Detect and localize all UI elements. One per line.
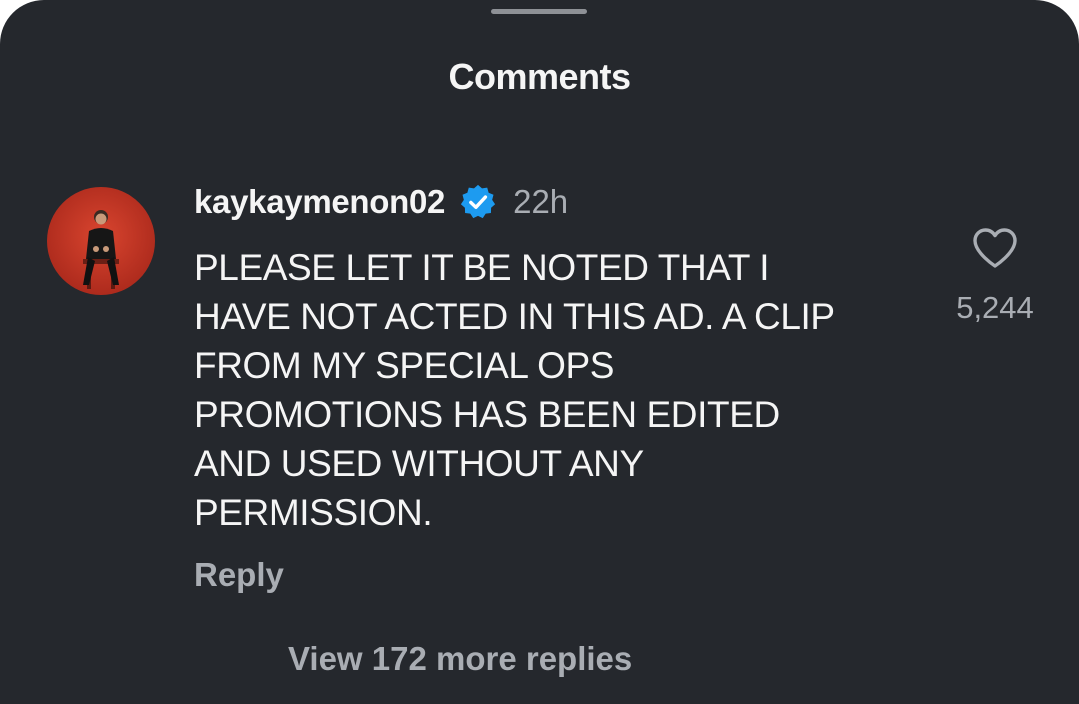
comment-header: kaykaymenon02 22h	[194, 180, 568, 224]
heart-outline-icon[interactable]	[971, 226, 1019, 270]
reply-button[interactable]: Reply	[194, 556, 284, 594]
comment-line: FROM MY SPECIAL OPS	[194, 345, 615, 386]
comment-line: HAVE NOT ACTED IN THIS AD. A CLIP	[194, 296, 835, 337]
username-link[interactable]: kaykaymenon02	[194, 183, 445, 221]
like-count: 5,244	[956, 290, 1034, 325]
comment-line: PROMOTIONS HAS BEEN EDITED	[194, 394, 780, 435]
comment-line: PERMISSION.	[194, 492, 433, 533]
comment-text: PLEASE LET IT BE NOTED THAT I HAVE NOT A…	[194, 243, 914, 537]
comment-line: AND USED WITHOUT ANY	[194, 443, 644, 484]
comment-line: PLEASE LET IT BE NOTED THAT I	[194, 247, 770, 288]
comment-timestamp: 22h	[513, 183, 569, 220]
sheet-title: Comments	[448, 56, 631, 97]
avatar-image	[47, 187, 155, 295]
view-more-replies-button[interactable]: View 172 more replies	[288, 640, 632, 678]
drag-handle[interactable]	[491, 9, 587, 14]
verified-badge-icon	[459, 183, 497, 221]
avatar[interactable]	[47, 187, 155, 295]
comments-sheet: Comments kaykaymenon02 22h PLEASE LET IT…	[0, 0, 1079, 704]
